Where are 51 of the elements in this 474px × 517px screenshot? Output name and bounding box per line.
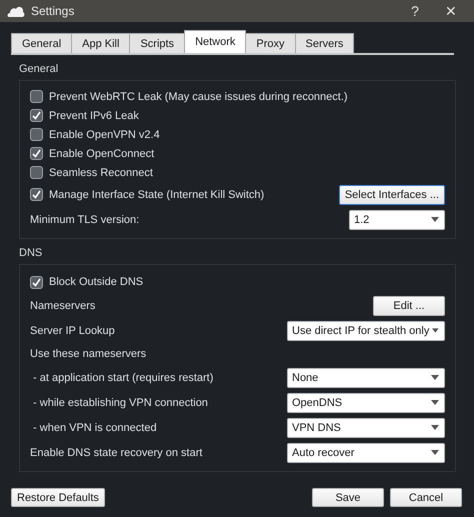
save-button[interactable]: Save (312, 488, 384, 507)
caret-icon (431, 450, 439, 455)
tab[interactable]: General (11, 33, 72, 53)
setting-label: Nameservers (30, 300, 96, 312)
dropdown[interactable]: None (287, 368, 445, 388)
restore-defaults-button[interactable]: Restore Defaults (11, 488, 105, 507)
checkbox[interactable] (30, 188, 43, 201)
tab[interactable]: Scripts (129, 33, 186, 53)
tab[interactable]: App Kill (71, 33, 130, 53)
checkbox-label[interactable]: Prevent WebRTC Leak (May cause issues during reconnect.) (49, 90, 445, 102)
checkbox-label[interactable]: Prevent IPv6 Leak (49, 110, 445, 122)
setting-label: Minimum TLS version: (30, 214, 140, 226)
setting-label: Server IP Lookup (30, 324, 116, 336)
close-button[interactable]: ✕ (436, 3, 466, 19)
checkbox[interactable] (30, 128, 43, 141)
tab[interactable]: Network (184, 30, 246, 53)
checkbox[interactable] (30, 166, 43, 179)
caret-icon (431, 375, 439, 380)
checkbox[interactable] (30, 90, 43, 103)
setting-label: - while establishing VPN connection (32, 396, 209, 408)
dropdown[interactable]: 1.2 (349, 210, 445, 230)
setting-label: Use these nameservers (30, 348, 148, 360)
caret-icon (431, 400, 439, 405)
checkbox-label[interactable]: Enable OpenVPN v2.4 (49, 128, 445, 140)
window-title: Settings (31, 4, 76, 18)
setting-label: Enable DNS state recovery on start (30, 446, 204, 458)
caret-icon (431, 217, 439, 222)
checkbox-label[interactable]: Manage Interface State (Internet Kill Switch) (49, 188, 339, 200)
checkbox-label[interactable]: Block Outside DNS (49, 276, 445, 288)
select-button[interactable]: Edit ... (373, 296, 445, 316)
dropdown[interactable]: Auto recover (287, 442, 445, 462)
section-title: DNS (19, 247, 44, 259)
cloud-icon (7, 5, 25, 17)
setting-label: - when VPN is connected (32, 422, 158, 434)
section-title: General (19, 63, 60, 75)
dropdown[interactable]: Use direct IP for stealth only (287, 320, 445, 340)
checkbox[interactable] (30, 147, 43, 160)
cancel-button[interactable]: Cancel (390, 488, 462, 507)
dropdown[interactable]: VPN DNS (287, 418, 445, 438)
dropdown[interactable]: OpenDNS (287, 392, 445, 412)
select-button[interactable]: Select Interfaces ... (338, 184, 445, 204)
checkbox-label[interactable]: Enable OpenConnect (49, 148, 445, 160)
tab[interactable]: Proxy (245, 33, 296, 53)
tab[interactable]: Servers (294, 33, 354, 53)
checkbox-label[interactable]: Seamless Reconnect (49, 166, 445, 178)
help-button[interactable]: ? (400, 3, 430, 19)
caret-icon (431, 425, 439, 430)
setting-label: - at application start (requires restart) (32, 372, 214, 384)
checkbox[interactable] (30, 276, 43, 288)
checkbox[interactable] (30, 109, 43, 122)
caret-icon (432, 328, 439, 333)
